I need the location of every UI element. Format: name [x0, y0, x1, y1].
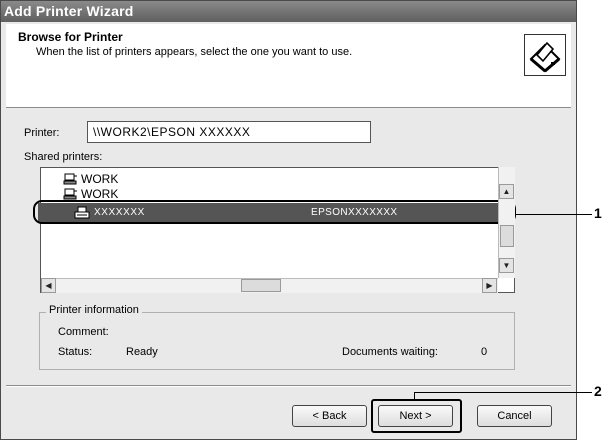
selected-row-highlight-outline: [33, 200, 516, 224]
shared-printers-list[interactable]: WORK WORK: [40, 167, 515, 293]
documents-waiting-label: Documents waiting:: [342, 346, 438, 358]
wizard-header: Browse for Printer When the list of prin…: [6, 24, 571, 108]
add-printer-wizard-window: Add Printer Wizard Browse for Printer Wh…: [0, 0, 577, 440]
documents-waiting-value: 0: [481, 346, 488, 358]
footer-separator: [6, 385, 571, 387]
status-value: Ready: [126, 346, 158, 358]
cancel-button[interactable]: Cancel: [477, 405, 552, 427]
title-bar[interactable]: Add Printer Wizard: [1, 1, 576, 22]
window-title: Add Printer Wizard: [4, 3, 134, 19]
comment-label: Comment:: [58, 326, 109, 338]
vertical-scroll-thumb[interactable]: [500, 225, 514, 247]
horizontal-scrollbar[interactable]: ◀ ▶: [41, 278, 498, 293]
scroll-up-icon[interactable]: ▲: [499, 184, 514, 199]
page-title: Browse for Printer: [18, 30, 123, 44]
callout-2-number: 2: [594, 383, 602, 399]
list-item-label: WORK: [81, 172, 119, 186]
next-button-highlight-outline: [371, 399, 462, 433]
scroll-down-icon[interactable]: ▼: [499, 258, 514, 273]
horizontal-scroll-thumb[interactable]: [241, 279, 281, 292]
printer-information-legend: Printer information: [46, 304, 142, 316]
vertical-scrollbar[interactable]: ▲ ▼: [498, 167, 515, 278]
list-item-label: WORK: [81, 187, 119, 201]
shared-printers-label: Shared printers:: [24, 151, 103, 163]
callout-1-number: 1: [594, 205, 602, 221]
scroll-left-icon[interactable]: ◀: [41, 278, 56, 293]
printer-name-input[interactable]: [87, 121, 371, 143]
page-subtitle: When the list of printers appears, selec…: [36, 46, 353, 58]
back-button[interactable]: < Back: [292, 405, 367, 427]
printer-information-group: [39, 312, 515, 370]
status-label: Status:: [58, 346, 93, 358]
printer-wizard-icon: [524, 34, 566, 76]
callout-2-connector: [414, 392, 415, 400]
printer-label: Printer:: [24, 127, 60, 139]
callout-1-line: [515, 214, 592, 215]
scroll-right-icon[interactable]: ▶: [482, 278, 497, 293]
callout-2-line: [415, 392, 592, 393]
